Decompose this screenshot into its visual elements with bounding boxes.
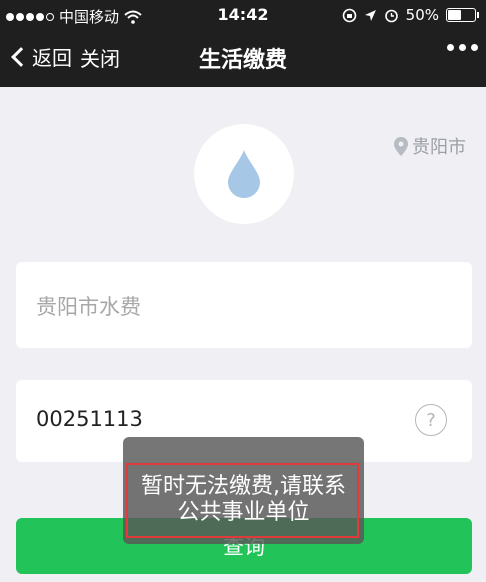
service-label: 贵阳市水费 (36, 295, 141, 319)
toast-text: 暂时无法缴费,请联系 公共事业单位 (123, 474, 364, 526)
rotation-lock-icon (342, 8, 356, 22)
more-dot-icon (471, 44, 478, 51)
top-bar: 中国移动 14:42 50% 返回 关闭 生活缴费 (0, 0, 486, 87)
location-pin-icon (394, 136, 408, 156)
location-label: 贵阳市 (412, 137, 466, 158)
more-dot-icon (447, 44, 454, 51)
account-number-value: 00251113 (36, 407, 143, 431)
more-dot-icon (459, 44, 466, 51)
water-service-icon (194, 124, 294, 224)
battery-percent: 50% (405, 6, 439, 24)
location-selector[interactable]: 贵阳市 (394, 133, 466, 159)
page-title: 生活缴费 (198, 48, 287, 73)
service-field[interactable]: 贵阳市水费 (16, 262, 472, 348)
toast-line-2: 公共事业单位 (177, 500, 310, 525)
more-menu-button[interactable] (447, 44, 478, 51)
help-button[interactable]: ? (415, 404, 447, 436)
navigation-bar: 返回 关闭 生活缴费 (0, 30, 486, 87)
toast-line-1: 暂时无法缴费,请联系 (141, 474, 346, 499)
alarm-icon (384, 9, 398, 22)
status-bar: 中国移动 14:42 50% (0, 0, 486, 30)
battery-fill (448, 10, 461, 20)
location-arrow-icon (364, 9, 376, 21)
toast-message: 暂时无法缴费,请联系 公共事业单位 (123, 437, 364, 544)
water-drop-icon (228, 150, 260, 198)
battery-icon (446, 8, 479, 22)
